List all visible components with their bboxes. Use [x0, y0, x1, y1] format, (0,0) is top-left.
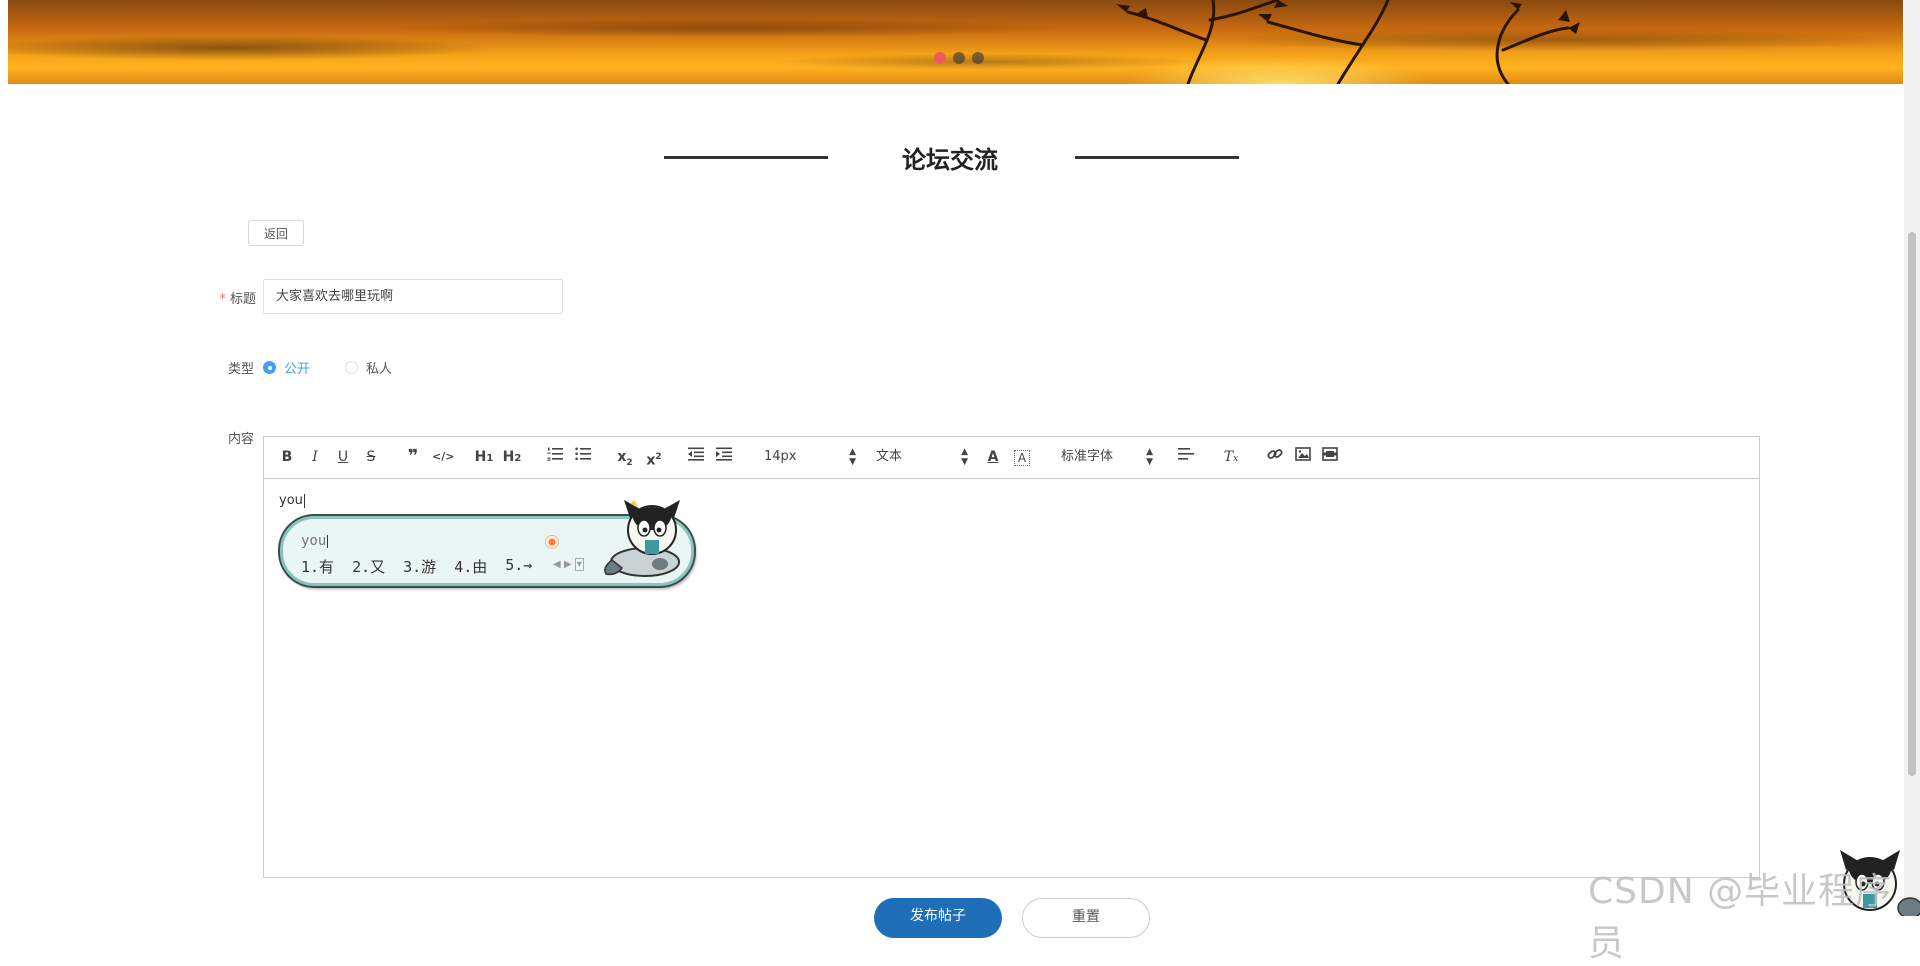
ime-candidate-list: 1.有 2.又 3.游 4.由 5.→: [301, 556, 532, 577]
heading-decor-line-left: [664, 156, 828, 159]
superscript-button[interactable]: x2: [645, 447, 663, 469]
select-arrows-icon: ▲ ▼: [849, 447, 856, 467]
ime-candidate[interactable]: 5.→: [505, 556, 532, 577]
banner-tree-silhouette: [1116, 0, 1580, 84]
radio-public[interactable]: 公开: [263, 358, 310, 377]
editor-text: you: [279, 493, 303, 508]
font-family-select[interactable]: 标准字体 ▲ ▼: [1061, 447, 1153, 467]
banner-sunset-image: [8, 0, 1903, 84]
editor-toolbar: B I U S ❞ </> H1 H2 x2 x2 14px ▲ ▼ 文本 ▲ ▼ …: [264, 437, 1759, 479]
ime-page-arrows-icon[interactable]: ◀ ▶ ▾: [553, 558, 584, 571]
outdent-icon[interactable]: [688, 447, 704, 467]
strike-button[interactable]: S: [364, 447, 378, 467]
title-input[interactable]: 大家喜欢去哪里玩啊: [263, 279, 563, 314]
reset-button[interactable]: 重置: [1022, 898, 1150, 938]
background-color-icon[interactable]: A: [1014, 450, 1030, 466]
carousel-dot[interactable]: [972, 52, 984, 64]
ime-candidate[interactable]: 1.有: [301, 556, 334, 577]
indent-icon[interactable]: [716, 447, 732, 467]
radio-circle[interactable]: [263, 361, 276, 374]
bold-button[interactable]: B: [280, 447, 294, 467]
type-label: 类型: [227, 362, 254, 377]
blockquote-button[interactable]: ❞: [405, 447, 421, 467]
ime-status-icon[interactable]: [545, 535, 559, 549]
header-select[interactable]: 文本 ▲ ▼: [876, 447, 968, 467]
video-icon[interactable]: [1322, 447, 1338, 467]
radio-circle[interactable]: [345, 361, 358, 374]
underline-button[interactable]: U: [336, 447, 350, 467]
text-caret: [303, 493, 305, 508]
link-icon[interactable]: [1267, 447, 1283, 467]
subscript-button[interactable]: x2: [616, 447, 634, 468]
italic-button[interactable]: I: [309, 447, 321, 467]
heading-decor-line-right: [1075, 156, 1239, 159]
align-left-icon[interactable]: [1178, 447, 1194, 467]
bullet-list-icon[interactable]: [575, 447, 591, 467]
h1-button[interactable]: H1: [474, 447, 494, 467]
font-size-select[interactable]: 14px ▲ ▼: [764, 447, 856, 467]
radio-private[interactable]: 私人: [345, 358, 392, 377]
image-icon[interactable]: [1295, 447, 1311, 467]
ime-mascot-cat-icon: [604, 500, 680, 577]
back-button[interactable]: 返回: [248, 220, 304, 246]
carousel-dot[interactable]: [934, 52, 946, 64]
title-label: * 标题: [219, 292, 256, 307]
page-title: 论坛交流: [902, 146, 998, 174]
csdn-watermark: CSDN @毕业程序员: [1588, 871, 1893, 964]
clear-format-icon[interactable]: Tx: [1223, 447, 1239, 467]
code-button[interactable]: </>: [432, 447, 454, 467]
text-color-icon[interactable]: A: [986, 447, 1000, 467]
ime-candidate[interactable]: 2.又: [352, 556, 385, 577]
submit-post-button[interactable]: 发布帖子: [874, 898, 1002, 938]
rich-text-editor[interactable]: B I U S ❞ </> H1 H2 x2 x2 14px ▲ ▼ 文本 ▲ ▼ …: [263, 436, 1760, 878]
page-scrollbar-thumb[interactable]: [1908, 232, 1916, 776]
h2-button[interactable]: H2: [502, 447, 522, 467]
select-arrows-icon: ▲ ▼: [1146, 447, 1153, 467]
ime-composing-text: you: [301, 533, 329, 549]
ime-candidate[interactable]: 3.游: [403, 556, 436, 577]
select-arrows-icon: ▲ ▼: [961, 447, 968, 467]
ordered-list-icon[interactable]: [547, 447, 563, 467]
content-label: 内容: [227, 432, 254, 447]
carousel-dot[interactable]: [953, 52, 965, 64]
hero-banner: [8, 0, 1903, 84]
required-asterisk: *: [219, 292, 226, 307]
carousel-indicators: [934, 52, 984, 64]
ime-candidate[interactable]: 4.由: [454, 556, 487, 577]
